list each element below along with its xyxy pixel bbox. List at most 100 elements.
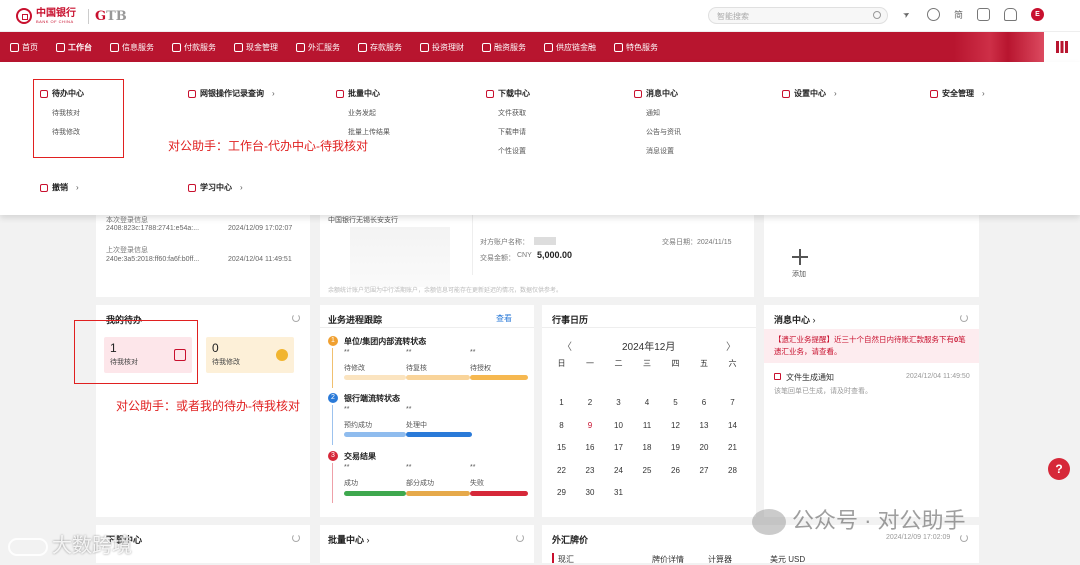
calendar-day[interactable]: 13: [691, 421, 718, 430]
nav-investment[interactable]: 投资理财: [420, 42, 464, 53]
user-avatar[interactable]: E: [1031, 8, 1045, 21]
financing-icon: [482, 42, 491, 52]
calendar-next-button[interactable]: 〉: [726, 338, 736, 353]
calendar-day[interactable]: 10: [605, 421, 632, 430]
calendar-day[interactable]: 30: [577, 488, 604, 497]
nav-fx[interactable]: 外汇服务: [296, 42, 340, 53]
calendar-day[interactable]: 23: [577, 466, 604, 475]
currency-select[interactable]: 美元 USD: [770, 554, 805, 565]
menu-batch-upload[interactable]: 批量上传结果: [348, 127, 390, 137]
plus-icon[interactable]: [792, 249, 808, 265]
annotation-workbench: 对公助手：工作台-代办中心-待我核对: [168, 139, 368, 153]
menu-download-title[interactable]: 下载中心: [486, 88, 530, 99]
calendar-day[interactable]: 26: [662, 466, 689, 475]
calendar-day[interactable]: 11: [634, 421, 661, 430]
nav-home[interactable]: 首页: [10, 42, 38, 53]
refresh-icon[interactable]: [960, 314, 968, 322]
menu-download-apply[interactable]: 下载申请: [498, 127, 530, 137]
nav-supply-chain[interactable]: 供应链金融: [544, 42, 596, 53]
calendar-day[interactable]: 3: [605, 398, 632, 407]
chevron-right-icon: ›: [76, 183, 79, 192]
calendar-day[interactable]: 2: [577, 398, 604, 407]
notice-title[interactable]: 文件生成通知: [786, 372, 834, 383]
calendar-day[interactable]: 9: [577, 421, 604, 430]
menu-learning-title[interactable]: 学习中心 ›: [188, 182, 243, 193]
progress-view-link[interactable]: 查看: [496, 313, 512, 324]
calendar-day[interactable]: 17: [605, 443, 632, 452]
calendar-day[interactable]: 24: [605, 466, 632, 475]
calendar-day[interactable]: 19: [662, 443, 689, 452]
menu-file-get[interactable]: 文件获取: [498, 108, 530, 118]
send-icon[interactable]: ➤: [898, 6, 916, 24]
calendar-day[interactable]: 14: [719, 421, 746, 430]
grid-icon: [1056, 41, 1068, 53]
settings-icon: [782, 89, 790, 98]
menu-batch-title[interactable]: 批量中心: [336, 88, 390, 99]
calendar-day[interactable]: 20: [691, 443, 718, 452]
menu-message-settings[interactable]: 消息设置: [646, 146, 681, 156]
section-3-bar-3: [470, 491, 528, 496]
menu-security-title[interactable]: 安全管理 ›: [930, 88, 985, 99]
calculator-link[interactable]: 计算器: [708, 554, 732, 565]
payee-label: 对方账户名称：: [480, 239, 529, 246]
add-label[interactable]: 添加: [792, 269, 806, 279]
refresh-icon[interactable]: [292, 314, 300, 322]
nav-cash[interactable]: 现金管理: [234, 42, 278, 53]
calendar-day[interactable]: 1: [548, 398, 575, 407]
menu-learning: 学习中心 ›: [188, 182, 243, 193]
progress-section-result: 3 交易结果 ** ** ** 成功 部分成功 失败: [328, 451, 528, 503]
calendar-day[interactable]: 4: [634, 398, 661, 407]
message-title[interactable]: 消息中心 ›: [774, 313, 816, 326]
nav-special[interactable]: 特色服务: [614, 42, 658, 53]
calendar-day[interactable]: 18: [634, 443, 661, 452]
nav-info-service[interactable]: 信息服务: [110, 42, 154, 53]
nav-workbench[interactable]: 工作台: [56, 42, 92, 53]
refresh-icon[interactable]: [292, 534, 300, 542]
pending-modify-tile[interactable]: 0 待我修改: [206, 337, 294, 373]
calendar-day[interactable]: 31: [605, 488, 632, 497]
calendar-day[interactable]: 28: [719, 466, 746, 475]
calendar-day[interactable]: 8: [548, 421, 575, 430]
nav-financing[interactable]: 融资服务: [482, 42, 526, 53]
refresh-icon[interactable]: [516, 534, 524, 542]
service-icon[interactable]: [927, 8, 940, 21]
fx-detail-link[interactable]: 牌价详情: [652, 554, 684, 565]
section-3-col-1: 成功: [344, 480, 358, 487]
calendar-day[interactable]: 25: [634, 466, 661, 475]
calendar-day[interactable]: 15: [548, 443, 575, 452]
menu-announcement[interactable]: 公告与资讯: [646, 127, 681, 137]
menu-personal-settings[interactable]: 个性设置: [498, 146, 530, 156]
menu-message-title[interactable]: 消息中心: [634, 88, 681, 99]
calendar-day[interactable]: 29: [548, 488, 575, 497]
fx-alert-banner[interactable]: 【遗汇业务提醒】近三十个自然日内待账汇款服务下有0笔遗汇业务，请查看。: [764, 329, 979, 363]
calendar-day[interactable]: 5: [662, 398, 689, 407]
calendar-prev-button[interactable]: 〈: [562, 338, 572, 353]
nav-payment[interactable]: 付款服务: [172, 42, 216, 53]
menu-notice[interactable]: 通知: [646, 108, 681, 118]
search-input[interactable]: 智能搜索: [708, 7, 888, 24]
calendar-day[interactable]: 6: [691, 398, 718, 407]
menu-batch-initiate[interactable]: 业务发起: [348, 108, 390, 118]
refresh-icon[interactable]: [960, 534, 968, 542]
calendar-day[interactable]: 12: [662, 421, 689, 430]
search-icon[interactable]: [873, 11, 881, 19]
calendar-day[interactable]: 22: [548, 466, 575, 475]
menu-revoke-title[interactable]: 撤销 ›: [40, 182, 79, 193]
calendar-title: 行事日历: [552, 315, 589, 325]
bell-icon[interactable]: [1004, 8, 1018, 21]
print-icon[interactable]: [977, 8, 991, 21]
bank-logo[interactable]: 中国银行 BANK OF CHINA GTB: [16, 8, 127, 24]
nav-deposit[interactable]: 存款服务: [358, 42, 402, 53]
calendar-day[interactable]: 16: [577, 443, 604, 452]
language-switch[interactable]: 简: [954, 8, 963, 21]
calendar-day[interactable]: 7: [719, 398, 746, 407]
calendar-day[interactable]: 27: [691, 466, 718, 475]
all-menu-button[interactable]: [1044, 32, 1080, 62]
fx-tab-spot[interactable]: 现汇: [558, 554, 574, 565]
calendar-day[interactable]: 21: [719, 443, 746, 452]
menu-settings-title[interactable]: 设置中心 ›: [782, 88, 837, 99]
batch-title[interactable]: 批量中心 ›: [328, 533, 370, 546]
menu-op-log-title[interactable]: 网银操作记录查询 ›: [188, 88, 275, 99]
help-button[interactable]: ?: [1048, 458, 1070, 480]
section-1-num: 1: [328, 336, 338, 346]
